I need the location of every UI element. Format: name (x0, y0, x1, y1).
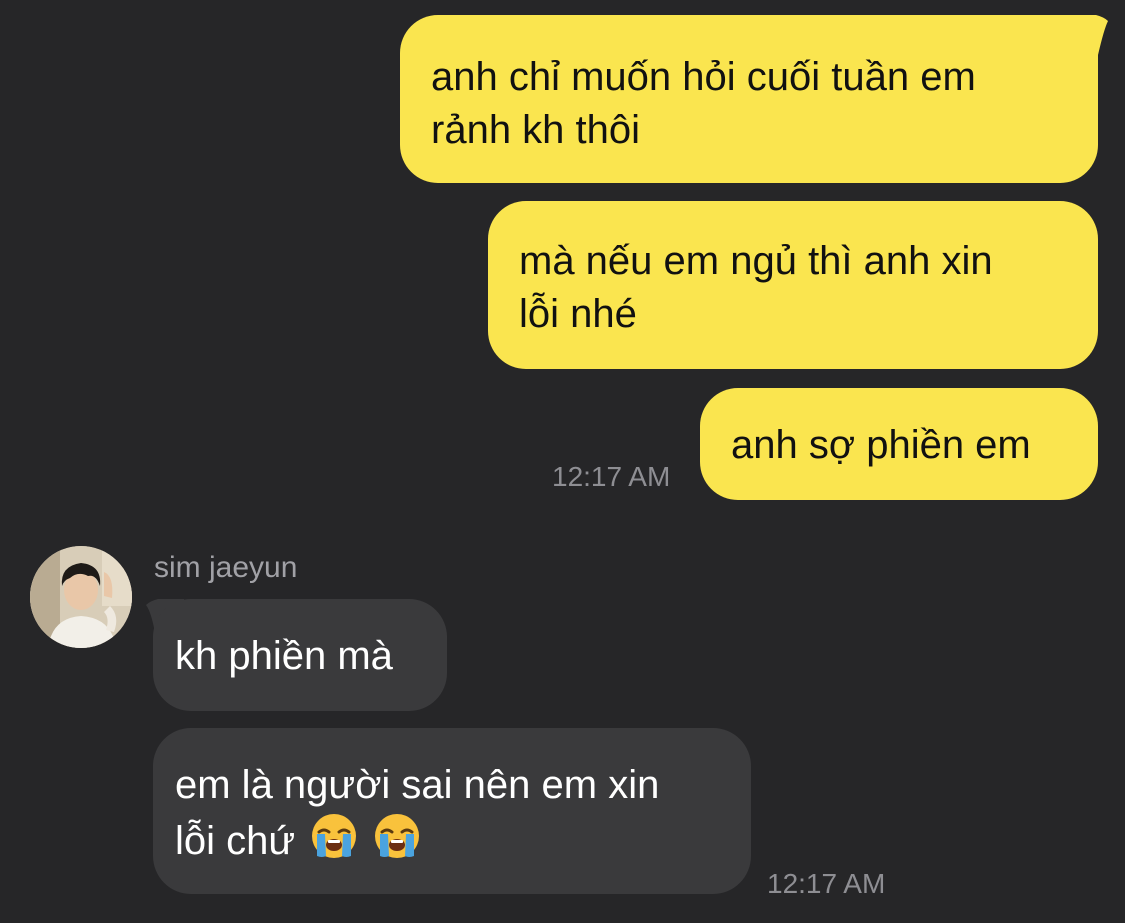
profile-photo-icon (30, 546, 132, 648)
loudly-crying-face-icon (375, 814, 420, 858)
message-text: anh chỉ muốn hỏi cuối tuần em (431, 55, 976, 99)
loudly-crying-face-icon (312, 814, 357, 858)
sent-message-bubble[interactable]: anh sợ phiền em (700, 388, 1098, 500)
message-text: lỗi nhé (519, 292, 637, 336)
received-message-bubble[interactable]: kh phiền mà (153, 599, 447, 711)
message-text: em là người sai nên em xin (175, 763, 660, 807)
received-message-bubble[interactable]: em là người sai nên em xin lỗi chứ (153, 728, 751, 894)
message-timestamp: 12:17 AM (552, 461, 671, 492)
message-text: kh phiền mà (175, 634, 393, 678)
sent-message-bubble[interactable]: anh chỉ muốn hỏi cuối tuần em rảnh kh th… (400, 15, 1098, 183)
message-text: lỗi chứ (175, 819, 296, 863)
message-timestamp: 12:17 AM (767, 868, 886, 899)
sent-message-bubble[interactable]: mà nếu em ngủ thì anh xin lỗi nhé (488, 201, 1098, 369)
message-text: rảnh kh thôi (431, 108, 641, 152)
message-line: lỗi chứ (175, 812, 751, 868)
message-text: anh sợ phiền em (731, 423, 1031, 467)
message-text: mà nếu em ngủ thì anh xin (519, 239, 993, 283)
bubble-tail-icon (1060, 15, 1108, 55)
sender-name: sim jaeyun (154, 551, 298, 584)
avatar[interactable] (30, 546, 132, 648)
